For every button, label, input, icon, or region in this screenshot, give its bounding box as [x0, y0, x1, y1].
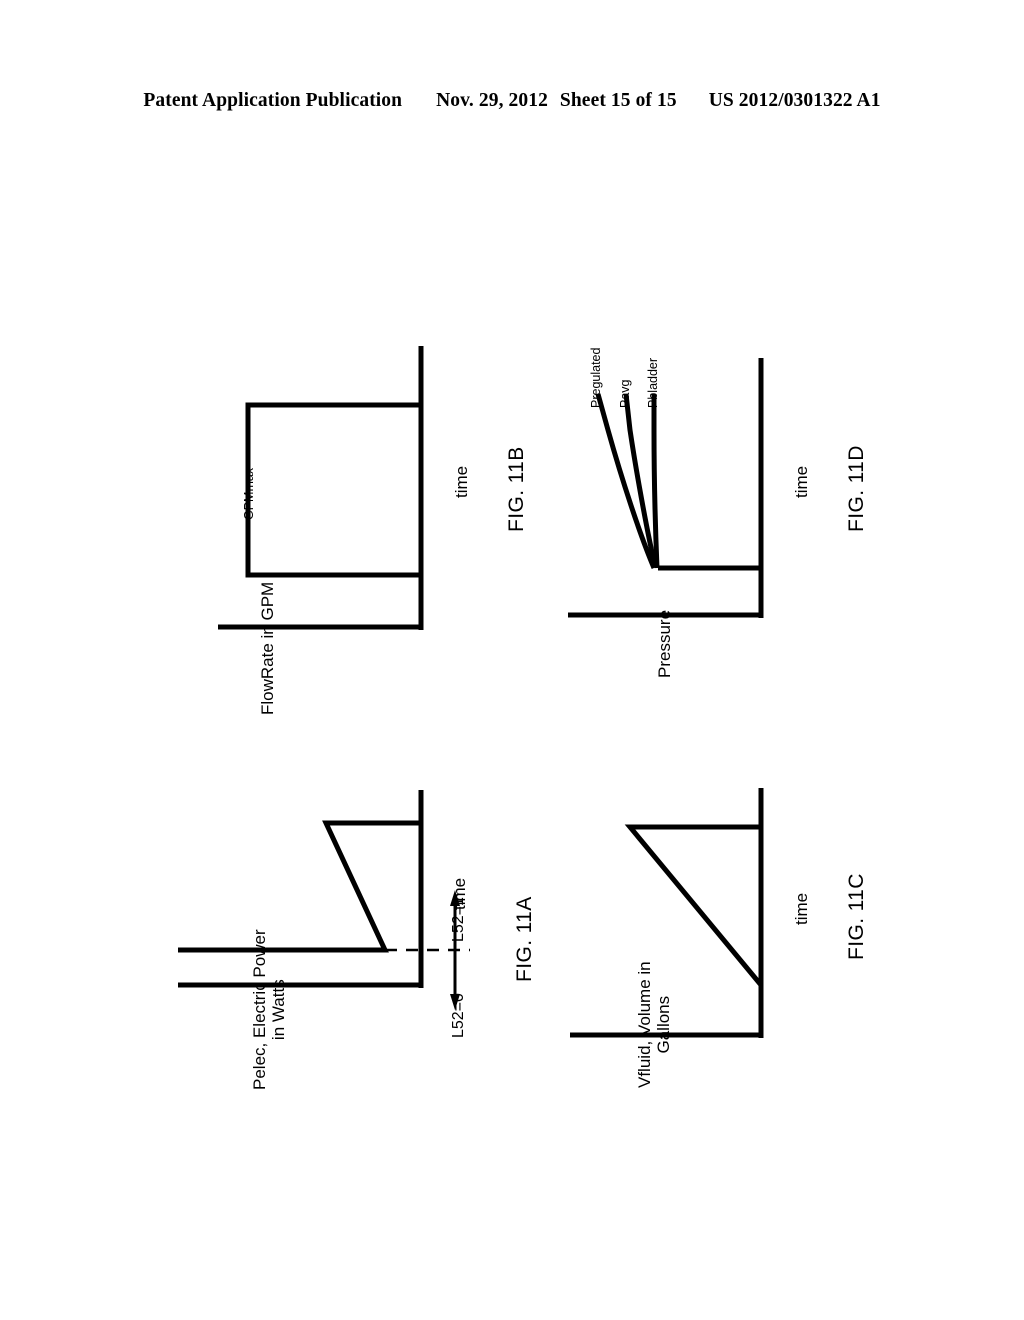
figure-11a-yaxis-label: Pelec, Electric Power in Watts — [250, 929, 288, 1090]
figure-11b-plot — [218, 346, 424, 630]
figure-11d-pavg-label: Pavg — [618, 379, 632, 409]
header-publication-title: Patent Application Publication — [143, 90, 403, 111]
figure-11d-pregulated-label: Pregulated — [589, 347, 603, 408]
header-sheet-number: Sheet 15 of 15 — [559, 90, 677, 111]
figure-11d-panel: Pregulated Pavg Pbladder time Pressure F… — [540, 330, 900, 680]
figure-11a-caption: FIG. 11A — [513, 896, 536, 982]
figure-11b-gpmmax-label: GPMmax — [242, 467, 256, 520]
figure-11a-l52-off-label: L52=0 — [450, 993, 467, 1038]
figure-11c-panel: time Vfluid, Volume in Gallons FIG. 11C — [540, 780, 900, 1090]
figure-11d-yaxis-label: Pressure — [655, 609, 674, 678]
figure-11b-yaxis-label: FlowRate in GPM — [258, 581, 277, 715]
figure-11d-pbladder-label: Pbladder — [646, 357, 660, 408]
figure-11a-time-axis-label: time — [450, 877, 469, 910]
figure-11b-time-axis-label: time — [452, 465, 471, 498]
figure-11a-yaxis-label-line2: in Watts — [269, 979, 289, 1041]
figure-11c-caption: FIG. 11C — [845, 873, 868, 960]
page-header: Patent Application Publication Nov. 29, … — [0, 86, 1024, 116]
figure-11b-caption: FIG. 11B — [505, 446, 528, 532]
figure-11a-plot — [178, 790, 470, 1010]
header-patent-number: US 2012/0301322 A1 — [708, 90, 881, 111]
figure-11c-yaxis-label: Vfluid, Volume in Gallons — [635, 961, 673, 1088]
figure-11d-caption: FIG. 11D — [845, 445, 868, 532]
header-date: Nov. 29, 2012 — [436, 90, 548, 111]
figure-11a-yaxis-label-line1: Pelec, Electric Power — [250, 929, 269, 1090]
figure-11c-yaxis-label-line1: Vfluid, Volume in — [635, 961, 654, 1088]
figure-11c-yaxis-label-line2: Gallons — [654, 995, 674, 1054]
figure-11d-pbladder-curve — [651, 394, 660, 569]
figure-11a-power-trace — [178, 790, 424, 953]
figure-11a-panel: L52=0 L52=1 time Pelec, Electric Power i… — [150, 780, 550, 1090]
figure-11d-time-axis-label: time — [792, 465, 811, 498]
figure-11b-panel: GPMmax time FlowRate in GPM FIG. 11B — [180, 330, 540, 715]
figure-11d-pregulated-curve — [595, 393, 657, 569]
figure-11c-time-axis-label: time — [792, 892, 811, 925]
